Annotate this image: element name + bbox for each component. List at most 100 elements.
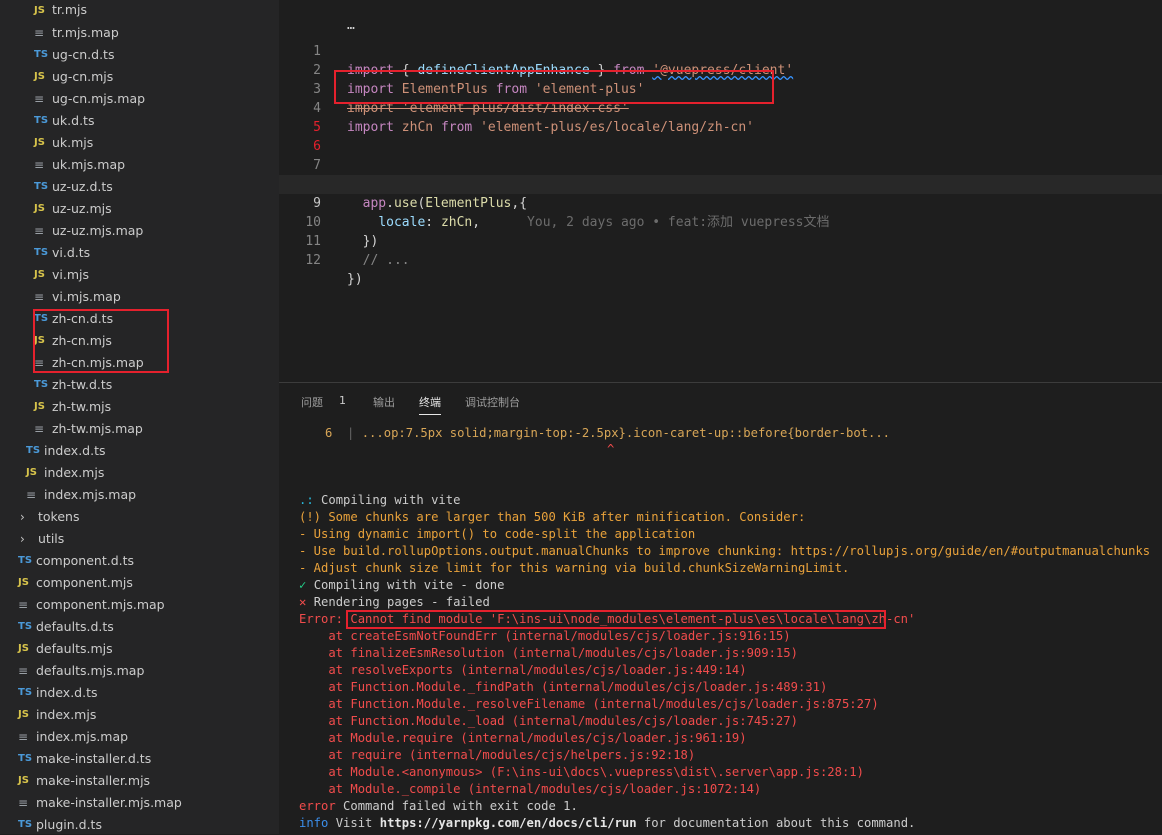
tab-problems[interactable]: 问题: [301, 394, 323, 410]
tree-item-label: vi.mjs: [52, 267, 90, 282]
tree-item-file[interactable]: JS vi.mjs: [0, 264, 279, 286]
code-line-12[interactable]: 12 }): [279, 232, 1162, 287]
tree-item-file[interactable]: JS tr.mjs: [0, 0, 279, 22]
code-line-7[interactable]: 7 export default defineClientAppEnhance(…: [279, 137, 1162, 192]
terminal-line: - Adjust chunk size limit for this warni…: [299, 561, 850, 575]
map-file-icon: ≡: [34, 224, 45, 238]
tree-item-file[interactable]: TS make-installer.d.ts: [0, 748, 279, 770]
code-line-1[interactable]: 1 import { defineClientAppEnhance } from…: [279, 23, 1162, 78]
tree-item-label: make-installer.d.ts: [36, 751, 152, 766]
tree-item-file[interactable]: ≡ index.mjs.map: [0, 484, 279, 506]
tree-item-label: uz-uz.mjs.map: [52, 223, 144, 238]
js-file-icon: JS: [18, 709, 29, 720]
tree-item-label: component.d.ts: [36, 553, 135, 568]
tree-item-folder[interactable]: › tokens: [0, 506, 279, 528]
tree-item-file[interactable]: TS index.d.ts: [0, 440, 279, 462]
tree-item-file[interactable]: JS index.mjs: [0, 704, 279, 726]
ts-file-icon: TS: [18, 819, 33, 830]
map-file-icon: ≡: [34, 158, 45, 172]
tree-item-file[interactable]: JS defaults.mjs: [0, 638, 279, 660]
tree-item-file[interactable]: TS uk.d.ts: [0, 110, 279, 132]
map-file-icon: ≡: [18, 598, 29, 612]
tree-item-file[interactable]: TS vi.d.ts: [0, 242, 279, 264]
code-editor[interactable]: … 1 import { defineClientAppEnhance } fr…: [279, 0, 1162, 382]
tree-item-file[interactable]: ≡ zh-tw.mjs.map: [0, 418, 279, 440]
ts-file-icon: TS: [34, 181, 49, 192]
map-file-icon: ≡: [26, 488, 37, 502]
terminal-line: ^: [607, 442, 615, 456]
highlight-box-import-line: [334, 70, 774, 104]
tree-item-file[interactable]: JS uz-uz.mjs: [0, 198, 279, 220]
tab-terminal[interactable]: 终端: [419, 394, 441, 415]
tree-item-file[interactable]: ≡ uz-uz.mjs.map: [0, 220, 279, 242]
tree-item-label: vi.mjs.map: [52, 289, 121, 304]
tree-item-file[interactable]: TS zh-tw.d.ts: [0, 374, 279, 396]
code-line-8[interactable]: 8 app.use(ElementPlus,{: [279, 156, 1162, 211]
tree-item-label: defaults.mjs: [36, 641, 113, 656]
tree-item-file[interactable]: ≡ index.mjs.map: [0, 726, 279, 748]
map-file-icon: ≡: [34, 422, 45, 436]
js-file-icon: JS: [34, 71, 45, 82]
code-line-9[interactable]: 9 locale: zhCn, You, 2 days ago • feat:添…: [279, 175, 1162, 230]
terminal-line: (!) Some chunks are larger than 500 KiB …: [299, 510, 806, 524]
tree-item-file[interactable]: JS uk.mjs: [0, 132, 279, 154]
map-file-icon: ≡: [18, 730, 29, 744]
tree-item-label: uk.mjs: [52, 135, 94, 150]
stack-line: at Module.require (internal/modules/cjs/…: [299, 731, 747, 745]
tree-item-file[interactable]: JS make-installer.mjs: [0, 770, 279, 792]
tree-item-label: uk.mjs.map: [52, 157, 126, 172]
tree-item-file[interactable]: TS component.d.ts: [0, 550, 279, 572]
tree-item-file[interactable]: ≡ component.mjs.map: [0, 594, 279, 616]
tab-output[interactable]: 输出: [373, 394, 395, 410]
map-file-icon: ≡: [34, 290, 45, 304]
docs-link[interactable]: https://yarnpkg.com/en/docs/cli/run: [380, 816, 637, 830]
tree-item-label: ug-cn.mjs.map: [52, 91, 146, 106]
tree-item-label: ug-cn.mjs: [52, 69, 114, 84]
tree-item-file[interactable]: JS index.mjs: [0, 462, 279, 484]
highlight-box-zh-cn-files: [33, 309, 169, 373]
chevron-right-icon: ›: [20, 510, 25, 524]
js-file-icon: JS: [34, 203, 45, 214]
js-file-icon: JS: [26, 467, 37, 478]
tree-item-file[interactable]: ≡ tr.mjs.map: [0, 22, 279, 44]
tree-item-file[interactable]: ≡ ug-cn.mjs.map: [0, 88, 279, 110]
tree-item-file[interactable]: TS index.d.ts: [0, 682, 279, 704]
tab-debug-console[interactable]: 调试控制台: [465, 394, 520, 410]
tree-item-label: uk.d.ts: [52, 113, 95, 128]
js-file-icon: JS: [18, 577, 29, 588]
tree-item-label: tr.mjs.map: [52, 25, 119, 40]
tree-item-file[interactable]: TS uz-uz.d.ts: [0, 176, 279, 198]
tree-item-label: defaults.mjs.map: [36, 663, 145, 678]
js-file-icon: JS: [34, 401, 45, 412]
ts-file-icon: TS: [18, 753, 33, 764]
ts-file-icon: TS: [18, 687, 33, 698]
tree-item-file[interactable]: TS plugin.d.ts: [0, 814, 279, 834]
tree-item-file[interactable]: JS component.mjs: [0, 572, 279, 594]
code-line-6[interactable]: 6: [279, 118, 1162, 154]
tree-item-file[interactable]: TS defaults.d.ts: [0, 616, 279, 638]
code-line-10[interactable]: 10 }): [279, 194, 1162, 249]
map-file-icon: ≡: [18, 664, 29, 678]
tree-item-file[interactable]: JS ug-cn.mjs: [0, 66, 279, 88]
tree-item-file[interactable]: ≡ uk.mjs.map: [0, 154, 279, 176]
problems-count-badge: 1: [339, 394, 346, 407]
tree-item-folder[interactable]: › utils: [0, 528, 279, 550]
tree-item-file[interactable]: ≡ defaults.mjs.map: [0, 660, 279, 682]
terminal-line: - Use build.rollupOptions.output.manualC…: [299, 544, 1151, 558]
tree-item-label: uz-uz.d.ts: [52, 179, 113, 194]
code-line-2[interactable]: 2 import ElementPlus from 'element-plus': [279, 42, 1162, 97]
ts-file-icon: TS: [18, 621, 33, 632]
js-file-icon: JS: [18, 775, 29, 786]
stack-line: at resolveExports (internal/modules/cjs/…: [299, 663, 747, 677]
tree-item-file[interactable]: ≡ make-installer.mjs.map: [0, 792, 279, 814]
stack-line: at Module.<anonymous> (F:\ins-ui\docs\.v…: [299, 765, 864, 779]
tree-item-file[interactable]: JS zh-tw.mjs: [0, 396, 279, 418]
terminal-line: - Using dynamic import() to code-split t…: [299, 527, 696, 541]
tree-item-file[interactable]: ≡ vi.mjs.map: [0, 286, 279, 308]
js-file-icon: JS: [34, 5, 45, 16]
stack-line: at Function.Module._findPath (internal/m…: [299, 680, 828, 694]
tree-item-file[interactable]: TS ug-cn.d.ts: [0, 44, 279, 66]
tree-item-label: zh-tw.d.ts: [52, 377, 113, 392]
code-line-11[interactable]: 11 // ...: [279, 213, 1162, 268]
ts-file-icon: TS: [34, 115, 49, 126]
